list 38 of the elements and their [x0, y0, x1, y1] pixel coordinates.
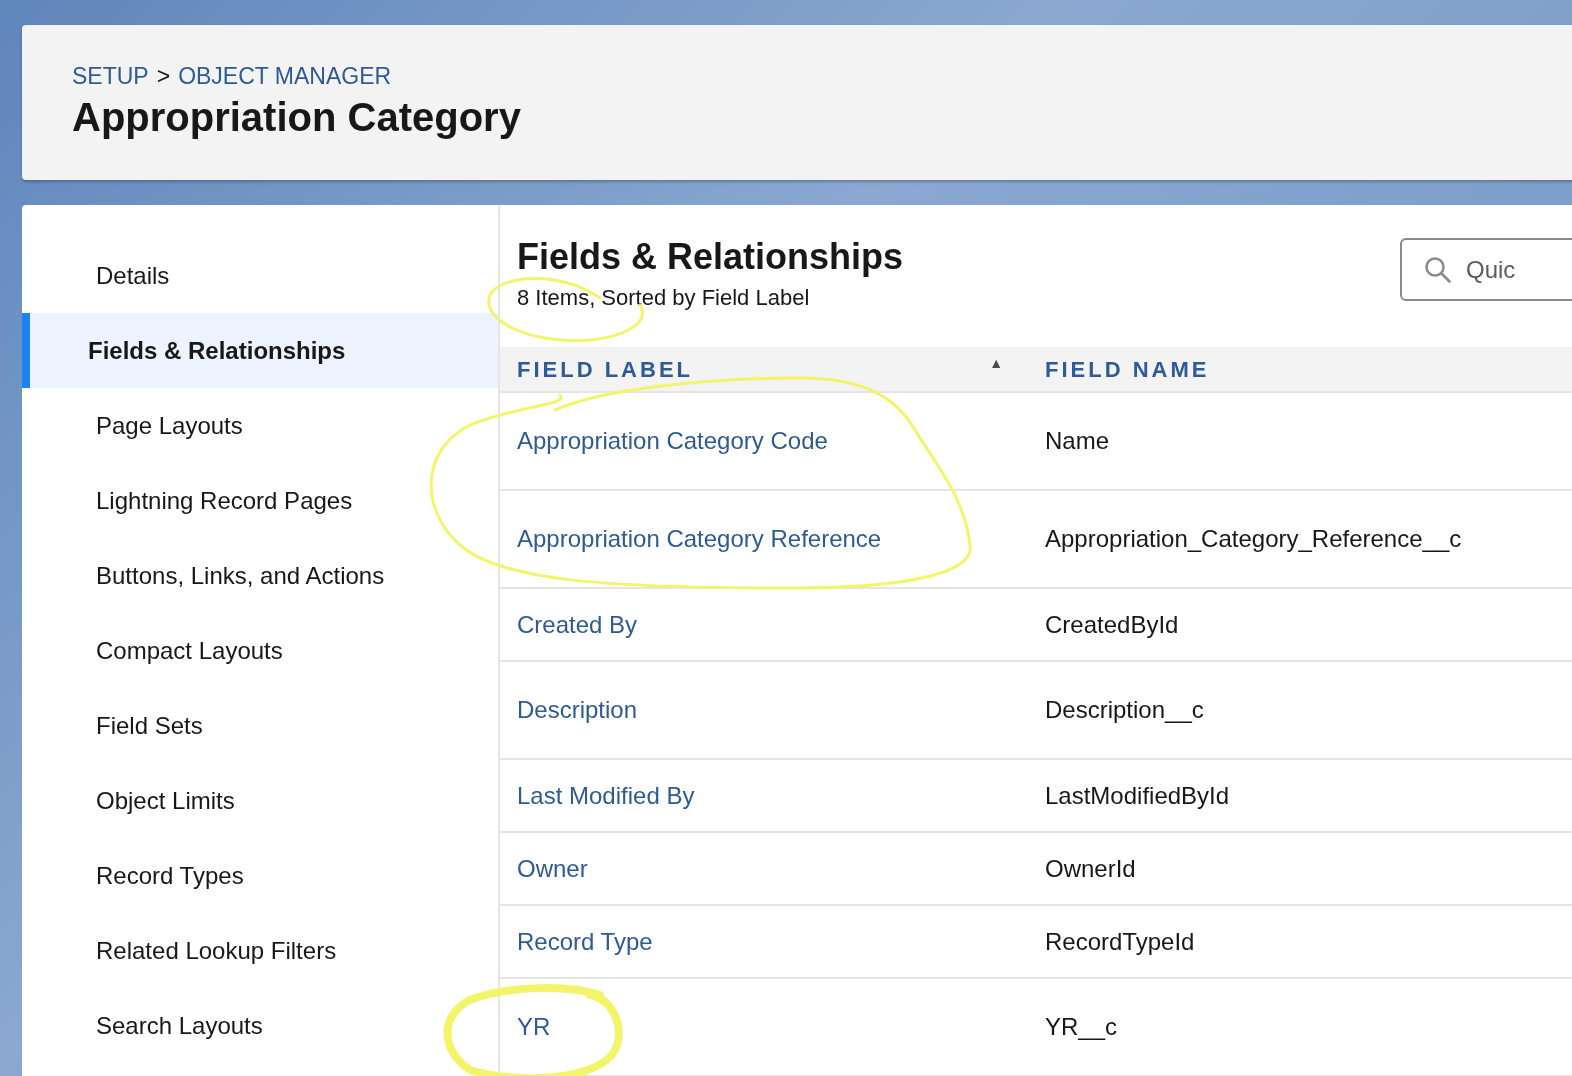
- breadcrumb-link[interactable]: OBJECT MANAGER: [178, 63, 392, 91]
- sidebar-item[interactable]: Field Sets: [22, 688, 498, 763]
- sidebar-item[interactable]: Object Limits: [22, 763, 498, 838]
- sort-arrow-icon[interactable]: ▲: [989, 352, 1003, 386]
- sidebar-item[interactable]: Buttons, Links, and Actions: [22, 538, 498, 613]
- sidebar-item[interactable]: Record Types: [22, 838, 498, 913]
- column-header[interactable]: FIELD LABEL: [517, 352, 693, 386]
- field-name: OwnerId: [1045, 853, 1136, 884]
- breadcrumb-link[interactable]: SETUP: [72, 63, 149, 91]
- field-name: YR__c: [1045, 1012, 1118, 1042]
- field-label-link[interactable]: YR: [517, 1009, 551, 1045]
- field-name: Description__c: [1045, 695, 1204, 725]
- sidebar-item[interactable]: Lightning Record Pages: [22, 463, 498, 538]
- field-label-link[interactable]: Last Modified By: [517, 777, 695, 814]
- sidebar-item[interactable]: Compact Layouts: [22, 613, 498, 688]
- sidebar-item[interactable]: Fields & Relationships: [22, 313, 498, 388]
- field-name: RecordTypeId: [1045, 926, 1195, 957]
- field-label-link[interactable]: Owner: [517, 850, 588, 887]
- field-name: Appropriation_Category_Reference__c: [1045, 524, 1462, 554]
- page-title: Appropriation Category: [72, 94, 522, 139]
- field-label-link[interactable]: Appropriation Category Reference: [517, 521, 882, 557]
- field-label-link[interactable]: Record Type: [517, 923, 653, 960]
- sidebar-item[interactable]: Page Layouts: [22, 388, 498, 463]
- column-header[interactable]: FIELD NAME: [1045, 352, 1210, 386]
- section-title: Fields & Relationships: [517, 237, 904, 277]
- quick-find-field[interactable]: Quic: [1400, 238, 1572, 301]
- field-label-link[interactable]: Appropriation Category Code: [517, 423, 828, 459]
- item-count: 8 Items, Sorted by Field Label: [517, 283, 811, 312]
- field-name: CreatedById: [1045, 609, 1179, 640]
- sidebar-item[interactable]: Details: [22, 238, 498, 313]
- sidebar-item[interactable]: Related Lookup Filters: [22, 913, 498, 988]
- sidebar-item[interactable]: Search Layouts: [22, 988, 498, 1063]
- field-label-link[interactable]: Description: [517, 692, 638, 728]
- field-name: Name: [1045, 426, 1110, 456]
- breadcrumb-separator: >: [156, 63, 171, 91]
- field-label-link[interactable]: Created By: [517, 606, 638, 643]
- field-name: LastModifiedById: [1045, 780, 1230, 811]
- search-icon: [1424, 255, 1452, 284]
